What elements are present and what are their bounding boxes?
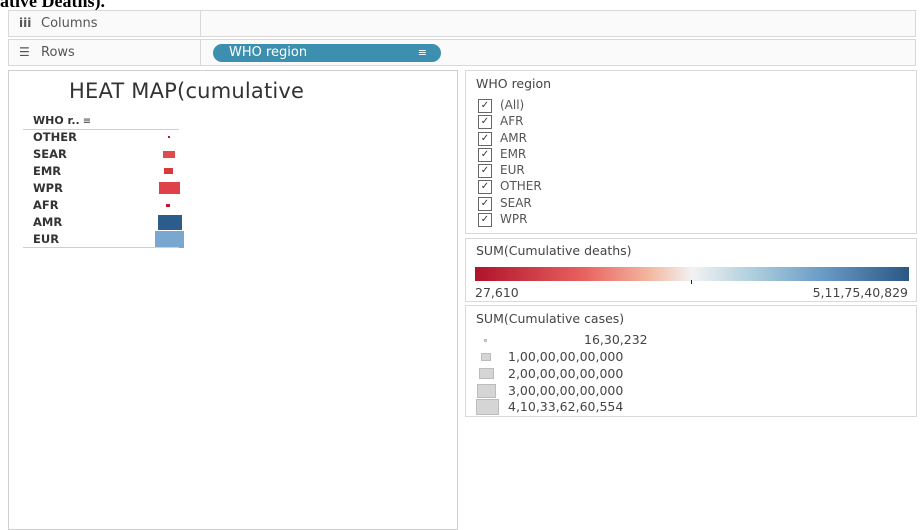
size-label: 3,00,00,00,00,000 (508, 383, 624, 398)
filter-item-sear[interactable]: ✓ SEAR (478, 196, 532, 212)
heat-mark-sear[interactable] (163, 151, 175, 158)
who-region-pill[interactable]: WHO region ≡ (213, 44, 441, 62)
filter-item-label: EUR (500, 163, 525, 177)
row-label: WPR (33, 181, 63, 195)
row-amr[interactable]: AMR (33, 214, 182, 231)
row-label: AMR (33, 215, 63, 229)
size-label: 16,30,232 (584, 332, 648, 347)
row-eur[interactable]: EUR (33, 231, 184, 248)
row-label: OTHER (33, 130, 77, 144)
rows-icon: ☰ (19, 45, 30, 59)
filter-item-label: OTHER (500, 179, 542, 193)
row-emr[interactable]: EMR (33, 163, 179, 180)
heat-mark-eur[interactable] (155, 231, 184, 248)
checkbox-icon[interactable]: ✓ (478, 147, 492, 162)
size-legend-item: 3,00,00,00,00,000 (476, 383, 896, 400)
filter-item-emr[interactable]: ✓ EMR (478, 147, 526, 163)
filter-item-label: SEAR (500, 196, 532, 210)
size-legend-item: 2,00,00,00,00,000 (476, 366, 896, 383)
row-other[interactable]: OTHER (33, 129, 179, 146)
checkbox-icon[interactable]: ✓ (478, 212, 492, 227)
checkbox-icon[interactable]: ✓ (478, 196, 492, 211)
size-swatch (477, 384, 496, 398)
size-legend-title: SUM(Cumulative cases) (476, 311, 625, 326)
heat-mark-emr[interactable] (164, 168, 173, 174)
rows-shelf-label: ☰ Rows (9, 40, 201, 65)
heat-mark-other[interactable] (168, 136, 170, 138)
size-label: 4,10,33,62,60,554 (508, 399, 624, 414)
heat-mark-wpr[interactable] (159, 182, 180, 194)
row-sear[interactable]: SEAR (33, 146, 179, 163)
rows-bottom-divider (23, 247, 179, 248)
size-legend-item: 4,10,33,62,60,554 (476, 399, 896, 416)
filter-item-label: AMR (500, 131, 527, 145)
who-region-filter-card: WHO region ✓ (All) ✓ AFR ✓ AMR ✓ EMR ✓ EUR ✓ O… (465, 70, 917, 234)
filter-item-label: WPR (500, 212, 528, 226)
color-legend-max: 5,11,75,40,829 (812, 285, 908, 300)
size-swatch (481, 353, 491, 361)
gradient-center-tick (691, 280, 692, 284)
columns-shelf[interactable]: iii Columns (8, 10, 916, 37)
row-label: EUR (33, 232, 60, 246)
size-legend-item: 1,00,00,00,00,000 (476, 349, 896, 366)
filter-item-label: AFR (500, 114, 524, 128)
filter-item-afr[interactable]: ✓ AFR (478, 114, 523, 130)
rows-shelf[interactable]: ☰ Rows WHO region ≡ (8, 39, 916, 66)
heat-map-title: HEAT MAP(cumulative (69, 79, 305, 103)
filter-item-eur[interactable]: ✓ EUR (478, 163, 525, 179)
size-legend-item: 16,30,232 (476, 332, 896, 349)
row-wpr[interactable]: WPR (33, 180, 180, 197)
filter-item-other[interactable]: ✓ OTHER (478, 179, 542, 195)
columns-icon: iii (19, 16, 32, 30)
row-label: SEAR (33, 147, 67, 161)
color-legend: SUM(Cumulative deaths) 27,610 5,11,75,40… (465, 238, 917, 302)
who-region-header[interactable]: WHO r.. ≡ (33, 114, 91, 127)
filter-item-label: (All) (500, 98, 525, 112)
size-swatch (476, 399, 499, 415)
row-label: AFR (33, 198, 59, 212)
viz-pane: HEAT MAP(cumulative WHO r.. ≡ OTHER SEAR … (8, 70, 458, 530)
checkbox-icon[interactable]: ✓ (478, 179, 492, 194)
size-label: 1,00,00,00,00,000 (508, 349, 624, 364)
header-text: WHO r.. (33, 114, 80, 127)
sort-icon[interactable]: ≡ (83, 116, 91, 127)
size-swatch (479, 368, 494, 379)
sort-icon[interactable]: ≡ (418, 44, 427, 62)
size-label: 2,00,00,00,00,000 (508, 366, 624, 381)
checkbox-icon[interactable]: ✓ (478, 98, 492, 113)
size-swatch (484, 339, 487, 342)
columns-label-text: Columns (41, 16, 98, 31)
row-afr[interactable]: AFR (33, 197, 179, 214)
filter-item-wpr[interactable]: ✓ WPR (478, 212, 527, 228)
filter-item-amr[interactable]: ✓ AMR (478, 131, 527, 147)
checkbox-icon[interactable]: ✓ (478, 114, 492, 129)
color-legend-title: SUM(Cumulative deaths) (476, 243, 632, 258)
filter-item-label: EMR (500, 147, 527, 161)
color-gradient-bar (475, 267, 909, 281)
checkbox-icon[interactable]: ✓ (478, 131, 492, 146)
filter-item-all[interactable]: ✓ (All) (478, 98, 524, 114)
filter-title: WHO region (476, 76, 552, 91)
row-label: EMR (33, 164, 62, 178)
columns-shelf-label: iii Columns (9, 11, 201, 36)
pill-label: WHO region (229, 45, 308, 60)
heat-mark-amr[interactable] (158, 215, 182, 230)
checkbox-icon[interactable]: ✓ (478, 163, 492, 178)
color-legend-min: 27,610 (475, 285, 519, 300)
size-legend: SUM(Cumulative cases) 16,30,232 1,00,00,… (465, 305, 917, 417)
heat-mark-afr[interactable] (166, 204, 170, 207)
rows-label-text: Rows (41, 45, 75, 60)
